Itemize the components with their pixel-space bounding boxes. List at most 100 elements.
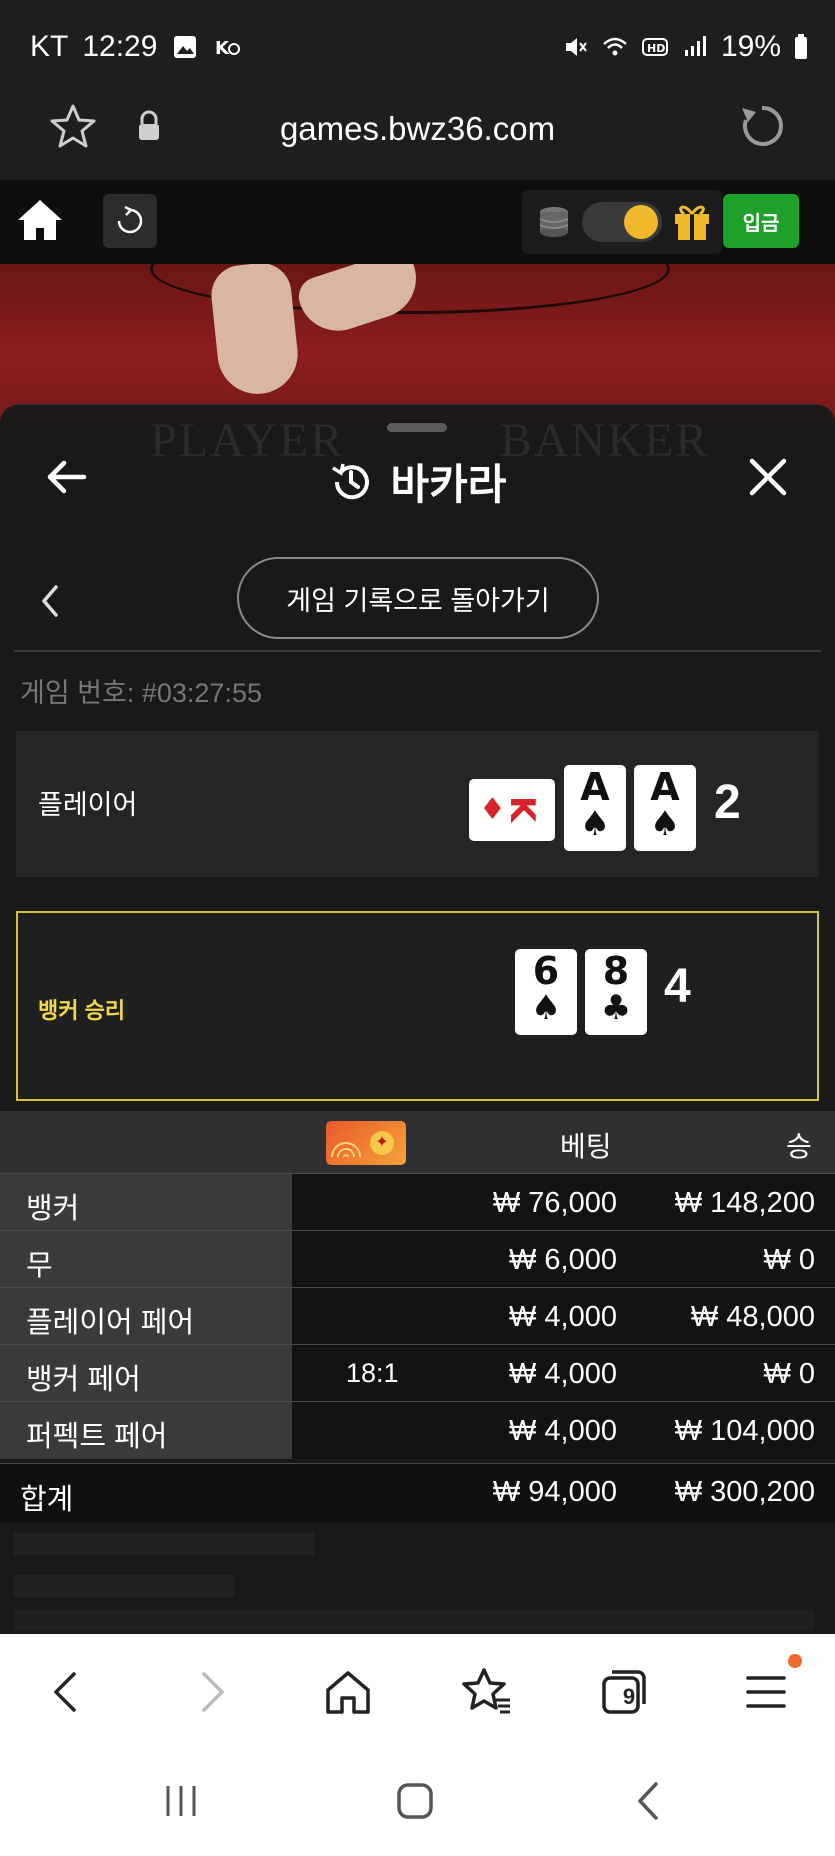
status-right: HD 19%	[561, 30, 809, 64]
mute-icon	[565, 38, 587, 56]
card-rank: A	[650, 765, 680, 809]
history-sheet: PLAYER BANKER 바카라 게임 기록으로 돌아가기 게임 번호: #0…	[0, 404, 835, 1634]
deposit-button[interactable]: 입금	[723, 194, 799, 248]
carrier: KT	[30, 30, 69, 63]
sheet-drag-handle[interactable]	[387, 423, 447, 432]
wifi-icon	[603, 37, 627, 56]
dealer-hand	[208, 264, 302, 398]
card-rank: 8	[602, 949, 630, 993]
card-suit: ♠	[649, 804, 681, 844]
total-bet: ₩ 94,000	[492, 1476, 617, 1508]
home-icon[interactable]	[16, 198, 64, 242]
win-column-header: 승	[786, 1131, 812, 1162]
win-amount: ₩ 104,000	[674, 1415, 815, 1447]
reload-icon[interactable]	[738, 100, 786, 152]
gift-icon[interactable]	[672, 200, 712, 242]
bet-amount: ₩ 4,000	[509, 1301, 617, 1333]
table-row: 무 ₩ 6,000 ₩ 0	[0, 1230, 835, 1288]
status-left: KT 12:29 K	[30, 30, 241, 64]
table-row: 뱅커 ₩ 76,000 ₩ 148,200	[0, 1173, 835, 1231]
bet-type: 무	[26, 1250, 53, 1282]
background-ghost	[14, 1533, 314, 1555]
refresh-button[interactable]	[103, 194, 157, 248]
total-row: 합계 ₩ 94,000 ₩ 300,200	[0, 1463, 835, 1523]
card-rank: 6	[532, 949, 560, 993]
menu-icon[interactable]	[738, 1664, 794, 1720]
close-icon[interactable]	[746, 455, 790, 499]
table-row: 퍼펙트 페어 ₩ 4,000 ₩ 104,000	[0, 1401, 835, 1459]
player-hand-row: 플레이어 ♦ K A ♠ A ♠ 2	[16, 731, 819, 877]
bet-odds: 18:1	[346, 1358, 399, 1388]
history-icon	[331, 463, 369, 499]
svg-text:HD: HD	[647, 42, 665, 55]
sheet-title: 바카라	[390, 461, 507, 508]
clock: 12:29	[82, 30, 158, 63]
bet-amount: ₩ 4,000	[509, 1358, 617, 1390]
coins-icon[interactable]	[534, 204, 574, 240]
home-icon[interactable]	[320, 1664, 376, 1720]
game-toolbar: 입금	[0, 180, 835, 264]
bet-type: 퍼펙트 페어	[26, 1421, 168, 1453]
home-nav-icon[interactable]	[390, 1776, 440, 1826]
background-ghost	[14, 1575, 234, 1597]
player-card: ♦ K	[469, 779, 555, 841]
forward-icon[interactable]	[182, 1664, 238, 1720]
divider	[14, 650, 821, 652]
address-bar: games.bwz36.com	[0, 92, 835, 180]
toggle-knob	[624, 205, 658, 239]
tab-count: 9	[622, 1684, 636, 1709]
total-label: 합계	[20, 1484, 74, 1516]
win-amount: ₩ 0	[763, 1358, 815, 1390]
balance-toggle[interactable]	[582, 202, 662, 242]
card-suit: ♣	[600, 988, 632, 1028]
background-ghost	[14, 1609, 814, 1631]
live-video-background	[0, 264, 835, 424]
player-score: 2	[714, 776, 741, 829]
card-suit: ♠	[530, 988, 562, 1028]
banker-score: 4	[664, 960, 691, 1013]
refresh-icon	[117, 206, 143, 234]
chevron-left-icon[interactable]	[38, 581, 62, 621]
hd-icon: HD	[641, 38, 668, 56]
win-amount: ₩ 0	[763, 1244, 815, 1276]
player-card: A ♠	[634, 765, 696, 851]
volte-icon: K	[215, 38, 241, 59]
wallet-controls	[522, 190, 722, 254]
card-suit: ♠	[579, 804, 611, 844]
signal-icon	[684, 36, 706, 56]
banker-win-label: 뱅커 승리	[38, 998, 126, 1023]
bet-amount: ₩ 6,000	[509, 1244, 617, 1276]
wave-pattern	[331, 1142, 361, 1158]
url-text[interactable]: games.bwz36.com	[0, 110, 835, 148]
browser-bottom-bar: 9	[0, 1634, 835, 1746]
bookmarks-icon[interactable]	[458, 1664, 514, 1720]
player-card: A ♠	[564, 765, 626, 851]
game-number: 게임 번호: #03:27:55	[20, 678, 262, 708]
total-win: ₩ 300,200	[674, 1476, 815, 1508]
return-to-history-button[interactable]: 게임 기록으로 돌아가기	[237, 557, 599, 639]
status-bar: KT 12:29 K HD 19%	[0, 0, 835, 92]
coin-icon: ✦	[370, 1131, 394, 1155]
bet-type: 뱅커	[26, 1193, 80, 1225]
recent-apps-icon[interactable]	[156, 1776, 206, 1826]
system-nav-bar	[0, 1746, 835, 1856]
battery-icon	[795, 34, 807, 59]
bet-column-header: 베팅	[560, 1131, 612, 1162]
bet-amount: ₩ 76,000	[492, 1187, 617, 1219]
banker-hand-row: 뱅커 승리 6 ♠ 8 ♣ 4	[16, 911, 819, 1101]
gallery-icon	[174, 36, 197, 58]
banker-card: 6 ♠	[515, 949, 577, 1035]
svg-text:K: K	[215, 38, 230, 59]
card-rank: A	[580, 765, 610, 809]
bet-type: 뱅커 페어	[26, 1364, 141, 1396]
battery-percent: 19%	[720, 30, 781, 63]
player-label: 플레이어	[38, 790, 138, 820]
win-amount: ₩ 148,200	[674, 1187, 815, 1219]
bet-amount: ₩ 4,000	[509, 1415, 617, 1447]
promo-badge-icon: ✦	[326, 1121, 406, 1165]
back-nav-icon[interactable]	[624, 1776, 674, 1826]
sheet-header: 바카라	[0, 451, 835, 512]
banker-card: 8 ♣	[585, 949, 647, 1035]
notification-dot	[788, 1654, 802, 1668]
back-icon[interactable]	[40, 1664, 96, 1720]
